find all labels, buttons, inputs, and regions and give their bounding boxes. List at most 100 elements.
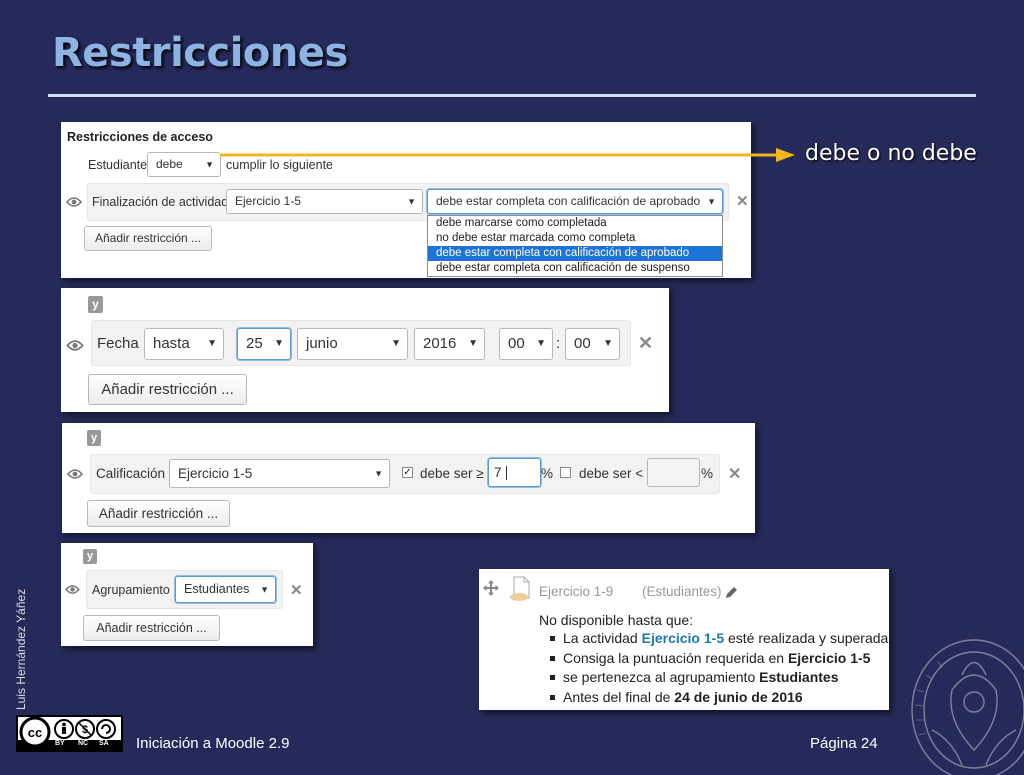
access-restrictions-panel: Restricciones de acceso Estudiante debe … (61, 122, 751, 278)
title-underline (48, 94, 976, 97)
university-seal-icon (911, 639, 1024, 775)
add-restriction-button[interactable]: Añadir restricción ... (87, 500, 230, 527)
chevron-down-icon: ▼ (374, 468, 383, 478)
activity-select-value: Ejercicio 1-5 (235, 194, 302, 208)
chevron-down-icon: ▼ (468, 338, 478, 349)
completion-status-dropdown: debe marcarse como completada no debe es… (427, 215, 723, 277)
chevron-down-icon: ▼ (603, 338, 613, 349)
list-item: Antes del final de 24 de junio de 2016 (539, 688, 888, 708)
min-grade-input[interactable]: 7 (488, 458, 541, 487)
grade-activity-select[interactable]: Ejercicio 1-5 ▼ (169, 459, 390, 488)
max-grade-input[interactable] (647, 458, 700, 487)
dropdown-option-selected[interactable]: debe estar completa con calificación de … (428, 246, 722, 261)
summary-activity-name[interactable]: Ejercicio 1-9 (539, 584, 613, 599)
move-icon[interactable] (483, 580, 499, 596)
edit-pencil-icon[interactable] (725, 586, 738, 599)
eye-icon[interactable] (65, 584, 80, 595)
summary-intro: No disponible hasta que: (539, 612, 694, 628)
student-must-value: debe (156, 157, 183, 171)
chevron-down-icon: ▼ (536, 338, 546, 349)
min-grade-checkbox[interactable]: ✓ (402, 467, 413, 478)
grade-label: Calificación (96, 466, 166, 481)
date-direction-value: hasta (153, 335, 190, 352)
availability-summary-panel: Ejercicio 1-9 (Estudiantes) No disponibl… (479, 569, 889, 710)
chevron-down-icon: ▼ (207, 338, 217, 349)
hour-select[interactable]: 00 ▼ (499, 328, 553, 360)
slide-title: Restricciones (52, 30, 348, 76)
chevron-down-icon: ▼ (407, 196, 416, 206)
cc-by-label: BY (55, 740, 65, 747)
completion-status-value: debe estar completa con calificación de … (436, 194, 701, 208)
cc-sa-label: SA (99, 740, 109, 747)
date-label: Fecha (97, 335, 139, 352)
percent-sign: % (541, 466, 554, 481)
close-icon[interactable]: ✕ (736, 192, 749, 210)
month-value: junio (306, 335, 338, 352)
chevron-down-icon: ▼ (274, 338, 284, 349)
callout-arrow (220, 148, 795, 162)
eye-icon[interactable] (67, 468, 83, 480)
grouping-restriction-panel: y Agrupamiento Estudiantes ▼ ✕ Añadir re… (61, 543, 313, 646)
year-value: 2016 (423, 335, 457, 352)
activity-completion-label: Finalización de actividad (92, 195, 229, 209)
dropdown-option[interactable]: debe estar completa con calificación de … (428, 261, 722, 276)
course-footer: Iniciación a Moodle 2.9 (136, 735, 290, 752)
grouping-label: Agrupamiento (92, 583, 170, 597)
text-cursor (506, 466, 508, 481)
document-icon (510, 576, 530, 601)
min-grade-value: 7 (494, 465, 502, 480)
list-item: La actividad Ejercicio 1-5 esté realizad… (539, 629, 888, 649)
eye-icon[interactable] (66, 196, 82, 208)
month-select[interactable]: junio ▼ (297, 328, 408, 360)
list-item: Consiga la puntuación requerida en Ejerc… (539, 649, 888, 669)
percent-sign: % (701, 466, 714, 481)
close-icon[interactable]: ✕ (728, 464, 741, 484)
list-item: se pertenezca al agrupamiento Estudiante… (539, 668, 888, 688)
chevron-down-icon: ▼ (391, 338, 401, 349)
year-select[interactable]: 2016 ▼ (414, 328, 485, 360)
add-restriction-button[interactable]: Añadir restricción ... (84, 226, 212, 251)
svg-text:cc: cc (28, 725, 42, 740)
minute-select[interactable]: 00 ▼ (565, 328, 620, 360)
close-icon[interactable]: ✕ (290, 581, 303, 599)
page-number: Página 24 (810, 735, 878, 752)
add-restriction-button[interactable]: Añadir restricción ... (88, 374, 247, 405)
and-tag: y (88, 296, 103, 313)
and-tag: y (87, 430, 101, 446)
max-grade-checkbox[interactable] (560, 467, 571, 478)
day-value: 25 (246, 335, 263, 352)
time-separator: : (556, 335, 561, 352)
creative-commons-badge: cc $ BY NC SA (16, 715, 123, 752)
close-icon[interactable]: ✕ (638, 333, 653, 354)
callout-text: debe o no debe (805, 141, 977, 166)
add-restriction-button[interactable]: Añadir restricción ... (83, 615, 220, 641)
grade-activity-value: Ejercicio 1-5 (178, 466, 253, 481)
max-grade-label: debe ser < (579, 466, 644, 481)
author-vertical-text: Luis Hernández Yáñez (14, 588, 28, 710)
eye-icon[interactable] (66, 339, 84, 352)
summary-conditions-list: La actividad Ejercicio 1-5 esté realizad… (539, 629, 888, 707)
activity-link[interactable]: Ejercicio 1-5 (642, 630, 725, 646)
chevron-down-icon: ▼ (707, 196, 716, 206)
dropdown-option[interactable]: debe marcarse como completada (428, 216, 722, 231)
minute-value: 00 (574, 335, 591, 352)
restrictions-heading: Restricciones de acceso (67, 130, 213, 144)
and-tag: y (83, 549, 97, 564)
student-must-select[interactable]: debe ▼ (147, 152, 221, 177)
summary-group-name: (Estudiantes) (642, 584, 722, 599)
chevron-down-icon: ▼ (260, 584, 269, 594)
student-label: Estudiante (88, 158, 148, 172)
activity-select[interactable]: Ejercicio 1-5 ▼ (226, 189, 423, 214)
completion-status-select[interactable]: debe estar completa con calificación de … (427, 189, 723, 214)
cc-nc-label: NC (78, 740, 89, 747)
grouping-select[interactable]: Estudiantes ▼ (175, 576, 276, 603)
date-restriction-panel: y Fecha hasta ▼ 25 ▼ junio ▼ 2016 ▼ 00 ▼… (61, 288, 669, 412)
chevron-down-icon: ▼ (205, 159, 214, 169)
date-direction-select[interactable]: hasta ▼ (144, 328, 224, 360)
day-select[interactable]: 25 ▼ (237, 328, 291, 360)
hour-value: 00 (508, 335, 525, 352)
grade-restriction-panel: y Calificación Ejercicio 1-5 ▼ ✓ debe se… (62, 423, 755, 533)
min-grade-label: debe ser ≥ (420, 466, 484, 481)
grouping-value: Estudiantes (184, 582, 250, 596)
dropdown-option[interactable]: no debe estar marcada como completa (428, 231, 722, 246)
